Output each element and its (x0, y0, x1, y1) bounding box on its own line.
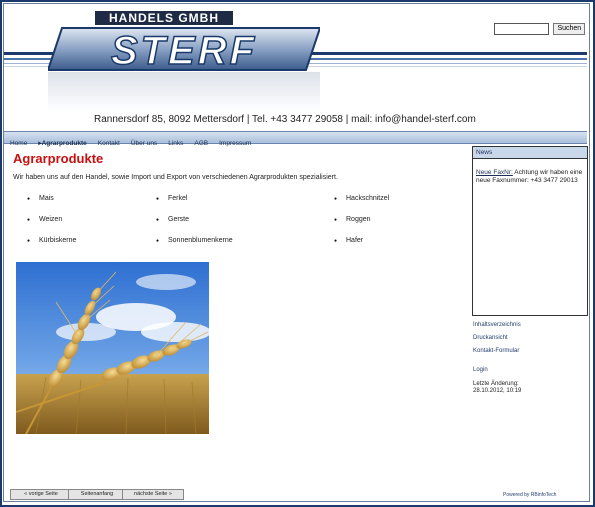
last-change-date: 28.10.2012, 10:19 (473, 388, 522, 394)
nav-item-links[interactable]: Links (168, 138, 183, 149)
page-top-button[interactable]: Seitenanfang (68, 489, 126, 500)
nav-item-impressum[interactable]: Impressum (219, 138, 251, 149)
print-view-link[interactable]: Druckansicht (473, 335, 508, 341)
contact-form-link[interactable]: Kontakt-Formular (473, 348, 519, 354)
product-item: Hackschnitzel (334, 195, 389, 202)
news-box: News Neue FaxNr: Achtung wir haben eine … (472, 146, 588, 316)
login-link[interactable]: Login (473, 367, 488, 373)
search-form: Suchen (494, 20, 586, 38)
nav-item-agb[interactable]: AGB (194, 138, 208, 149)
intro-text: Wir haben uns auf den Handel, sowie Impo… (13, 174, 338, 181)
site-logo[interactable]: STERF (48, 26, 320, 72)
product-item: Weizen (27, 216, 62, 223)
news-link[interactable]: Neue FaxNr: (476, 169, 513, 176)
search-button[interactable]: Suchen (553, 22, 586, 35)
nav-item-agrarprodukte[interactable]: ▸Agrarprodukte (38, 138, 86, 149)
product-item: Kürbiskerne (27, 237, 76, 244)
product-item: Mais (27, 195, 54, 202)
wheat-photo (16, 262, 209, 434)
nav-item-kontakt[interactable]: Kontakt (98, 138, 120, 149)
powered-by[interactable]: Powered by RBinfoTech (503, 492, 556, 498)
prev-page-button[interactable]: « vorige Seite (10, 489, 72, 500)
main-nav: Home ▸Agrarprodukte Kontakt Über uns Links AG… (4, 131, 587, 147)
toc-link[interactable]: Inhaltsverzeichnis (473, 322, 521, 328)
logo-reflection (48, 72, 320, 112)
next-page-button[interactable]: nächste Seite » (122, 489, 184, 500)
company-address: Rannersdorf 85, 8092 Mettersdorf | Tel. … (94, 114, 476, 125)
news-body: Neue FaxNr: Achtung wir haben eine neue … (473, 159, 587, 185)
product-item: Hafer (334, 237, 363, 244)
news-header: News (473, 147, 587, 159)
search-input[interactable] (494, 22, 549, 35)
product-item: Ferkel (156, 195, 188, 202)
logo-subtitle: HANDELS GMBH (95, 11, 233, 25)
last-change-label: Letzte Änderung: (473, 381, 519, 387)
nav-item-home[interactable]: Home (10, 138, 27, 149)
last-change: Letzte Änderung: 28.10.2012, 10:19 (473, 381, 521, 395)
product-item: Gerste (156, 216, 189, 223)
product-item: Roggen (334, 216, 370, 223)
product-item: Sonnenblumenkerne (156, 237, 233, 244)
page-title: Agrarprodukte (13, 151, 104, 166)
nav-item-ueber-uns[interactable]: Über uns (131, 138, 157, 149)
logo-text: STERF (111, 29, 257, 72)
